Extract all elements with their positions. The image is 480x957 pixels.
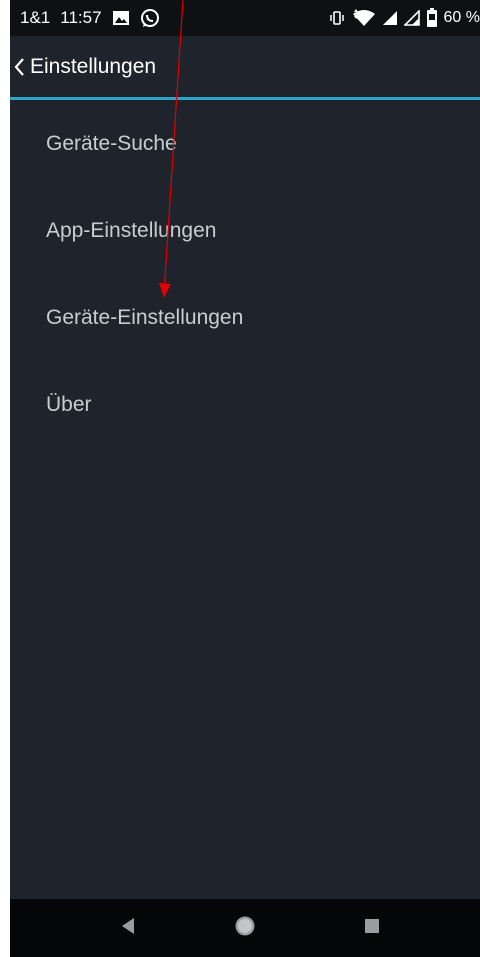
nav-back-button[interactable] bbox=[88, 899, 168, 957]
page-title: Einstellungen bbox=[30, 55, 157, 78]
menu-item-label: App-Einstellungen bbox=[46, 218, 217, 242]
image-icon bbox=[112, 10, 130, 26]
menu-item-label: Über bbox=[46, 392, 92, 416]
battery-icon bbox=[426, 8, 438, 28]
menu-item-geraete-suche[interactable]: Geräte-Suche bbox=[10, 100, 480, 187]
menu-item-app-einstellungen[interactable]: App-Einstellungen bbox=[10, 187, 480, 274]
signal-icon bbox=[403, 10, 420, 26]
chevron-left-icon bbox=[12, 55, 28, 79]
menu-item-label: Geräte-Einstellungen bbox=[46, 305, 244, 329]
vibrate-icon bbox=[328, 10, 346, 26]
navigation-bar bbox=[10, 899, 480, 957]
phone-screen: 1&1 11:57 60 % Einstellungen Geräte-Such… bbox=[10, 0, 480, 957]
status-left: 1&1 11:57 bbox=[20, 0, 160, 36]
nav-recents-button[interactable] bbox=[332, 899, 412, 957]
carrier-label: 1&1 bbox=[20, 8, 51, 27]
signal-icon bbox=[382, 10, 398, 26]
nav-home-button[interactable] bbox=[205, 899, 285, 957]
back-triangle-icon bbox=[120, 917, 136, 940]
status-bar: 1&1 11:57 60 % bbox=[10, 0, 480, 36]
clock: 11:57 bbox=[60, 8, 102, 27]
battery-percent: 60 % bbox=[443, 9, 480, 26]
settings-menu: Geräte-Suche App-Einstellungen Geräte-Ei… bbox=[10, 100, 480, 448]
back-button[interactable]: Einstellungen bbox=[10, 55, 156, 79]
menu-item-ueber[interactable]: Über bbox=[10, 361, 480, 448]
status-right: 60 % bbox=[328, 0, 480, 36]
menu-item-label: Geräte-Suche bbox=[46, 131, 177, 155]
home-circle-icon bbox=[234, 915, 256, 942]
whatsapp-icon bbox=[140, 8, 160, 28]
toolbar: Einstellungen bbox=[10, 36, 480, 98]
menu-item-geraete-einstellungen[interactable]: Geräte-Einstellungen bbox=[10, 274, 480, 361]
wifi-icon bbox=[352, 9, 376, 27]
recents-square-icon bbox=[364, 918, 380, 939]
